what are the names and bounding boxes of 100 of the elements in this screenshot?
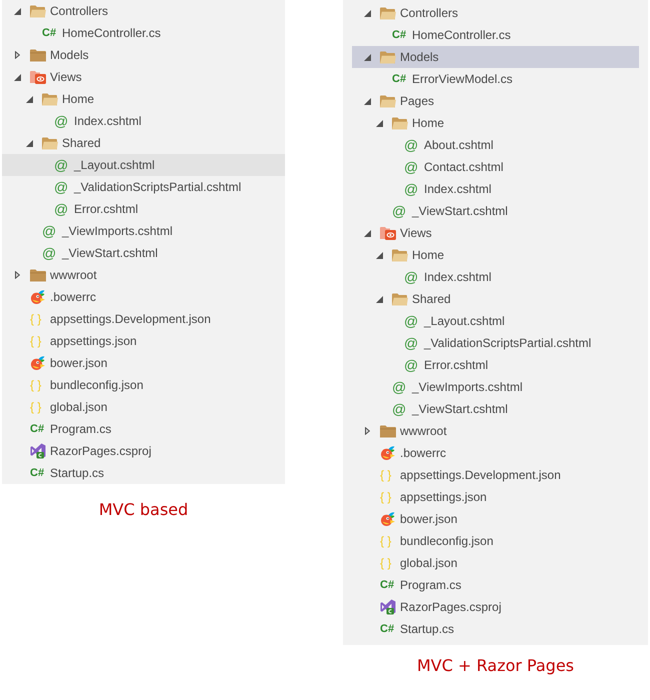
csharp-file-icon: C#: [380, 624, 394, 634]
tree-item[interactable]: C# ErrorViewModel.cs: [352, 68, 639, 90]
json-file-icon: { }: [30, 379, 42, 391]
razor-file-icon: @: [54, 158, 68, 172]
expanded-arrow-icon[interactable]: [14, 8, 20, 14]
tree-item[interactable]: @ Index.cshtml: [352, 266, 639, 288]
tree-item[interactable]: @ Index.cshtml: [2, 110, 285, 132]
tree-item[interactable]: @ About.cshtml: [352, 134, 639, 156]
tree-item[interactable]: Views: [352, 222, 639, 244]
json-file-icon: { }: [380, 491, 392, 503]
closed-folder-icon: [30, 48, 46, 62]
expanded-arrow-icon[interactable]: [26, 96, 32, 102]
tree-item[interactable]: @ _ValidationScriptsPartial.cshtml: [2, 176, 285, 198]
razor-file-icon: @: [404, 160, 418, 174]
tree-item[interactable]: { } bundleconfig.json: [352, 530, 639, 552]
expanded-arrow-icon[interactable]: [14, 74, 20, 80]
tree-item[interactable]: { } appsettings.json: [352, 486, 639, 508]
tree-item[interactable]: C# HomeController.cs: [2, 22, 285, 44]
tree-item[interactable]: Views: [2, 66, 285, 88]
expanded-arrow-icon[interactable]: [364, 230, 370, 236]
tree-item[interactable]: C# Startup.cs: [352, 618, 639, 640]
tree-item[interactable]: wwwroot: [352, 420, 639, 442]
closed-folder-icon: [30, 268, 46, 282]
csharp-file-icon: C#: [392, 30, 406, 40]
bird-icon: [30, 290, 45, 304]
tree-item[interactable]: .bowerrc: [2, 286, 285, 308]
bird-icon: [380, 446, 395, 460]
bird-icon: [30, 356, 45, 370]
project-file-icon: [30, 443, 46, 459]
open-folder-icon: [380, 94, 396, 108]
json-file-icon: { }: [380, 535, 392, 547]
tree-item[interactable]: { } global.json: [352, 552, 639, 574]
expanded-arrow-icon[interactable]: [364, 10, 370, 16]
open-folder-icon: [392, 116, 408, 130]
tree-item[interactable]: Shared: [352, 288, 639, 310]
tree-item[interactable]: @ _ViewImports.cshtml: [2, 220, 285, 242]
razor-file-icon: @: [404, 314, 418, 328]
tree-item[interactable]: @ Error.cshtml: [2, 198, 285, 220]
tree-item[interactable]: @ _ViewImports.cshtml: [352, 376, 639, 398]
tree-item[interactable]: Controllers: [2, 0, 285, 22]
tree-item[interactable]: @ _Layout.cshtml: [2, 154, 285, 176]
razor-file-icon: @: [392, 204, 406, 218]
open-folder-icon: [392, 292, 408, 306]
csharp-file-icon: C#: [380, 580, 394, 590]
tree-item[interactable]: Controllers: [352, 2, 639, 24]
eye-folder-icon: [30, 70, 46, 84]
tree-item[interactable]: .bowerrc: [352, 442, 639, 464]
razor-file-icon: @: [54, 114, 68, 128]
tree-item[interactable]: @ Index.cshtml: [352, 178, 639, 200]
tree-item[interactable]: Home: [352, 112, 639, 134]
razor-file-icon: @: [42, 224, 56, 238]
csharp-file-icon: C#: [392, 74, 406, 84]
csharp-file-icon: C#: [30, 424, 44, 434]
tree-item[interactable]: RazorPages.csproj: [352, 596, 639, 618]
tree-item[interactable]: @ _ViewStart.cshtml: [2, 242, 285, 264]
open-folder-icon: [42, 136, 58, 150]
tree-item[interactable]: Pages: [352, 90, 639, 112]
tree-item[interactable]: { } appsettings.json: [2, 330, 285, 352]
tree-item[interactable]: C# HomeController.cs: [352, 24, 639, 46]
tree-item[interactable]: { } appsettings.Development.json: [352, 464, 639, 486]
json-file-icon: { }: [30, 313, 42, 325]
tree-item[interactable]: wwwroot: [2, 264, 285, 286]
panel-caption: MVC + Razor Pages: [417, 656, 574, 675]
tree-item[interactable]: { } bundleconfig.json: [2, 374, 285, 396]
tree-item[interactable]: Shared: [2, 132, 285, 154]
expanded-arrow-icon[interactable]: [376, 296, 382, 302]
expanded-arrow-icon[interactable]: [26, 140, 32, 146]
collapsed-arrow-icon[interactable]: [14, 271, 20, 279]
tree-item[interactable]: { } global.json: [2, 396, 285, 418]
tree-item[interactable]: @ Contact.cshtml: [352, 156, 639, 178]
tree-item[interactable]: bower.json: [352, 508, 639, 530]
collapsed-arrow-icon[interactable]: [14, 51, 20, 59]
tree-item[interactable]: @ _ViewStart.cshtml: [352, 200, 639, 222]
closed-folder-icon: [380, 424, 396, 438]
razor-file-icon: @: [54, 180, 68, 194]
tree-item[interactable]: bower.json: [2, 352, 285, 374]
razor-file-icon: @: [404, 270, 418, 284]
tree-item[interactable]: @ Error.cshtml: [352, 354, 639, 376]
open-folder-icon: [30, 4, 46, 18]
tree-item[interactable]: Models: [2, 44, 285, 66]
eye-folder-icon: [380, 226, 396, 240]
tree-item[interactable]: { } appsettings.Development.json: [2, 308, 285, 330]
tree-item[interactable]: @ _ViewStart.cshtml: [352, 398, 639, 420]
expanded-arrow-icon[interactable]: [364, 98, 370, 104]
tree-item[interactable]: C# Startup.cs: [2, 462, 285, 484]
tree-item[interactable]: @ _ValidationScriptsPartial.cshtml: [352, 332, 639, 354]
tree-item[interactable]: @ _Layout.cshtml: [352, 310, 639, 332]
expanded-arrow-icon[interactable]: [364, 54, 370, 60]
collapsed-arrow-icon[interactable]: [364, 427, 370, 435]
tree-item[interactable]: C# Program.cs: [2, 418, 285, 440]
tree-item[interactable]: RazorPages.csproj: [2, 440, 285, 462]
tree-item[interactable]: C# Program.cs: [352, 574, 639, 596]
tree-item[interactable]: Home: [2, 88, 285, 110]
razor-file-icon: @: [404, 182, 418, 196]
json-file-icon: { }: [30, 401, 42, 413]
tree-item[interactable]: Home: [352, 244, 639, 266]
tree-item[interactable]: Models: [352, 46, 639, 68]
csharp-file-icon: C#: [42, 28, 56, 38]
expanded-arrow-icon[interactable]: [376, 120, 382, 126]
expanded-arrow-icon[interactable]: [376, 252, 382, 258]
